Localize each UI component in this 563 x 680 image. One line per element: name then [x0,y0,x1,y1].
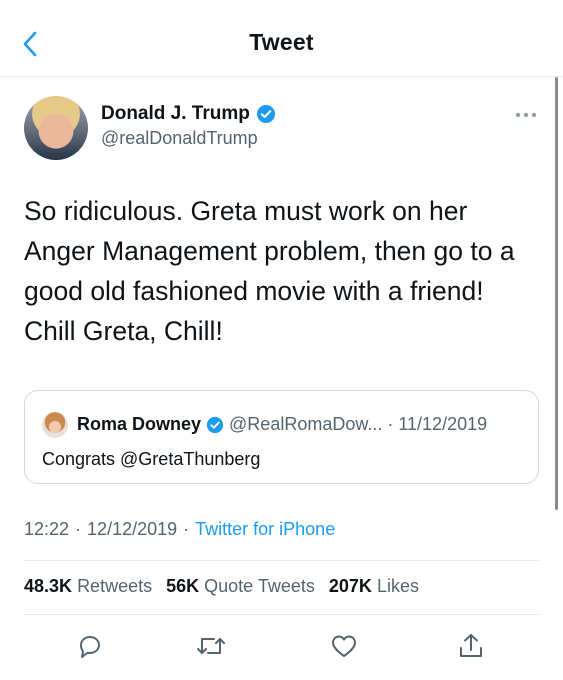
retweet-button[interactable] [195,630,227,662]
quote-tweets-count: 56K [166,576,200,596]
meta-separator: · [183,519,190,539]
author-name[interactable]: Donald J. Trump [101,103,250,125]
reply-button[interactable] [74,630,106,662]
more-dots-icon [516,113,536,117]
quoted-tweet[interactable]: Roma Downey @RealRomaDow... · 11/12/2019… [24,390,539,484]
verified-badge-icon [206,416,224,433]
tweet-text: So ridiculous. Greta must work on her An… [24,196,515,346]
page-title: Tweet [249,29,314,55]
quoted-author-name: Roma Downey [77,414,202,434]
quote-tweets-label: Quote Tweets [204,576,315,596]
share-icon [460,634,482,657]
tweet-time: 12:22 [24,519,70,539]
quoted-avatar [42,412,68,438]
tweet-date: 12/12/2019 [87,519,178,539]
heart-icon [332,635,356,657]
avatar[interactable] [24,96,88,160]
quoted-handle: @RealRomaDow... [229,414,383,434]
likes-label: Likes [376,576,419,596]
tweet-stats: 48.3K Retweets 56K Quote Tweets 207K Lik… [24,576,419,597]
likes-stat[interactable]: 207K Likes [329,576,419,597]
author-name-row[interactable]: Donald J. Trump [101,103,276,125]
retweets-label: Retweets [77,576,153,596]
author-handle[interactable]: @realDonaldTrump [101,128,258,149]
meta-separator: · [75,519,82,539]
retweets-stat[interactable]: 48.3K Retweets [24,576,152,597]
retweet-icon [197,638,225,654]
quote-tweets-stat[interactable]: 56K Quote Tweets [166,576,315,597]
top-bar: Tweet [0,0,563,77]
quoted-date: · 11/12/2019 [387,414,488,434]
scrollbar[interactable] [555,77,558,510]
tweet-source-link[interactable]: Twitter for iPhone [195,519,335,540]
divider [24,614,539,615]
tweet-meta: 12:22 · 12/12/2019 · Twitter for iPhone [24,519,335,540]
quoted-header: Roma Downey @RealRomaDow... · 11/12/2019 [77,414,487,435]
share-button[interactable] [455,630,487,662]
more-options-button[interactable] [514,108,538,120]
verified-badge-icon [256,105,275,123]
likes-count: 207K [328,576,372,596]
divider [24,560,539,561]
quoted-text: Congrats @GretaThunberg [42,449,261,469]
retweets-count: 48.3K [24,576,73,596]
reply-icon [80,636,100,658]
like-button[interactable] [328,630,360,662]
